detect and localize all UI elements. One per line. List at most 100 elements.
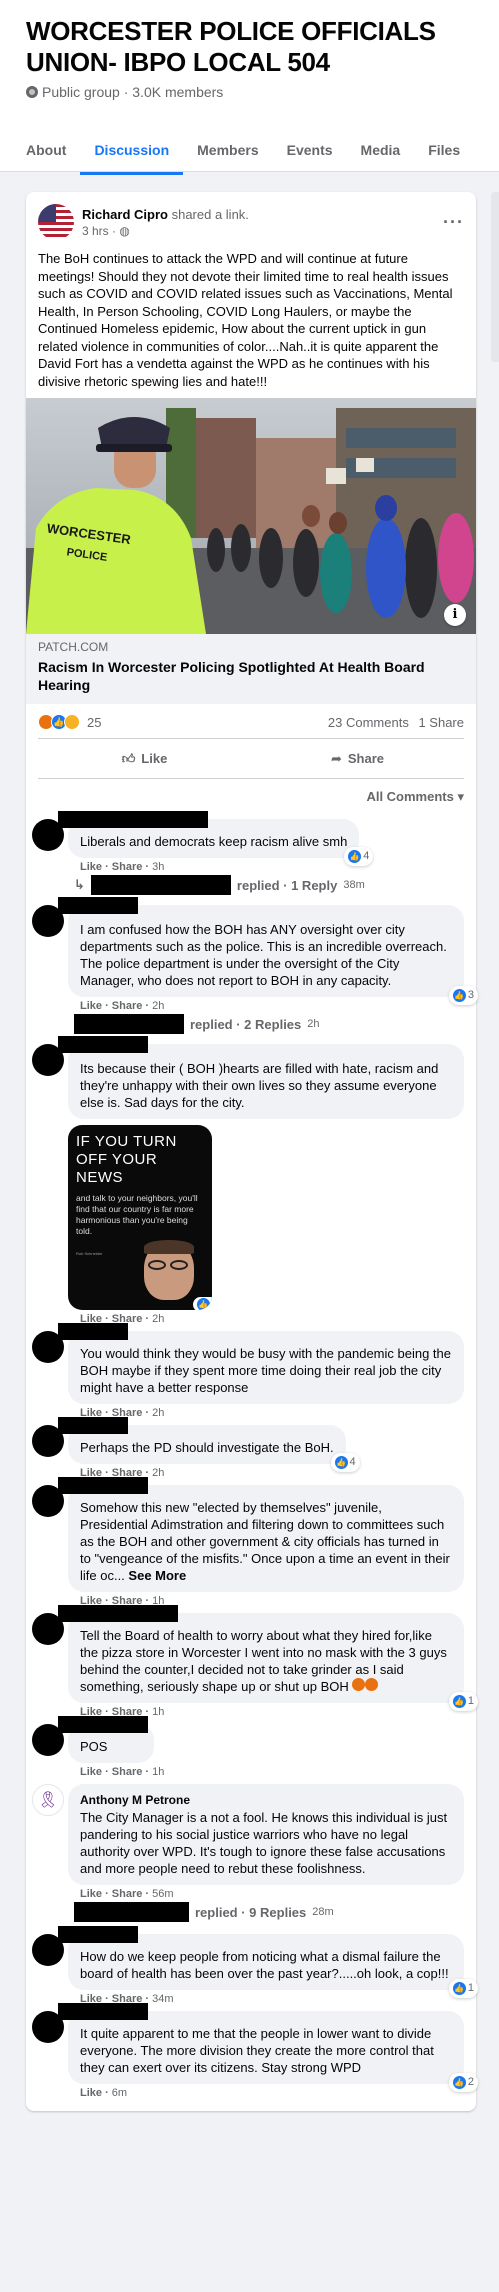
glasses-icon (148, 1260, 190, 1270)
comment-time[interactable]: 34m (152, 1993, 173, 2005)
comment-bubble: You would think they would be busy with … (58, 1323, 464, 1404)
comment-reaction-count[interactable]: 👍 1 (448, 1979, 478, 1998)
tab-files[interactable]: Files (414, 130, 474, 175)
comment-time[interactable]: 2h (152, 1467, 164, 1479)
redacted-name (58, 1926, 138, 1943)
like-button[interactable]: 👍︎ Like (38, 751, 251, 767)
like-reaction-icon: 👍 (348, 850, 362, 863)
like-reaction-icon: 👍 (452, 2076, 466, 2089)
comment-reaction-count[interactable]: 👍 3 (448, 986, 478, 1005)
shares-count[interactable]: 1 Share (418, 715, 464, 730)
comment: POS Like · Share · 1h (26, 1716, 476, 1778)
scroll-edge (491, 192, 499, 362)
comment-text: Liberals and democrats keep racism alive… (80, 834, 348, 849)
comment-time[interactable]: 2h (152, 1313, 164, 1325)
group-tabs: About Discussion Members Events Media Fi… (26, 130, 473, 175)
comment: I am confused how the BOH has ANY oversi… (26, 897, 478, 1040)
comment-text: I am confused how the BOH has ANY oversi… (80, 922, 447, 988)
redacted-name (58, 811, 208, 828)
comment-reaction-count[interactable]: 👍 1 (448, 1692, 478, 1711)
info-icon[interactable]: i (444, 604, 466, 626)
commenter-avatar[interactable]: 🎗 (32, 1784, 64, 1816)
comment-text: Perhaps the PD should investigate the Bo… (80, 1440, 334, 1455)
tab-members[interactable]: Members (183, 130, 272, 175)
comment-time[interactable]: 3h (152, 861, 164, 873)
post-text: The BoH continues to attack the WPD and … (38, 251, 453, 389)
view-replies[interactable]: replied · 9 Replies 28m (68, 1900, 464, 1928)
post-action-text: shared a link. (171, 206, 249, 222)
redacted-name (58, 1323, 128, 1340)
share-button[interactable]: ➦ Share (251, 751, 464, 767)
protest-photo: WORCESTER POLICE (26, 398, 476, 634)
feed: Richard Cipro shared a link. 3 hrs · ◍ ·… (26, 192, 478, 2111)
redacted-name (58, 1477, 148, 1494)
tab-discussion[interactable]: Discussion (80, 130, 184, 175)
thumbs-up-icon: 👍︎ (121, 750, 136, 766)
link-preview-meta[interactable]: PATCH.COM Racism In Worcester Policing S… (26, 634, 476, 704)
comment: 🎗 Anthony M Petrone The City Manager is … (26, 1778, 476, 1928)
comment-bubble: I am confused how the BOH has ANY oversi… (58, 897, 478, 1005)
comment-text: How do we keep people from noticing what… (80, 1949, 449, 1981)
meme-subtext: and talk to your neighbors, you'll find … (76, 1193, 198, 1236)
comment-time[interactable]: 1h (152, 1766, 164, 1778)
link-preview-image[interactable]: WORCESTER POLICE i (26, 398, 476, 634)
redacted-name (58, 1716, 148, 1733)
sad-reaction-icon (64, 714, 80, 730)
more-dots-icon[interactable]: ··· (443, 212, 464, 233)
comment-actions[interactable]: Like · Share · (80, 861, 152, 873)
comment-time[interactable]: 56m (152, 1888, 173, 1900)
comment-text: Tell the Board of health to worry about … (80, 1628, 447, 1694)
comment-actions[interactable]: Like · Share · (80, 1000, 152, 1012)
reaction-icons[interactable]: 👍 (38, 714, 80, 730)
comment-actions[interactable]: Like · Share · (80, 1888, 152, 1900)
comment-bubble: Its because their ( BOH )hearts are fill… (58, 1036, 464, 1119)
post-stats: 👍 25 23 Comments 1 Share (38, 704, 464, 739)
comment-bubble: POS (58, 1716, 154, 1763)
post-time[interactable]: 3 hrs · (82, 224, 119, 238)
author-avatar[interactable] (38, 204, 74, 240)
comment-reaction-count[interactable]: 👍 2 (448, 2073, 478, 2092)
chevron-down-icon: ▾ (457, 789, 464, 804)
comment: Its because their ( BOH )hearts are fill… (26, 1036, 476, 1325)
post: Richard Cipro shared a link. 3 hrs · ◍ ·… (26, 192, 478, 2111)
link-title[interactable]: Racism In Worcester Policing Spotlighted… (38, 658, 464, 694)
comments-count[interactable]: 23 Comments (328, 715, 409, 730)
redacted-name (58, 2003, 148, 2020)
group-meta: Public group · 3.0K members (26, 84, 473, 100)
comment-reaction-count[interactable]: 👍4 (330, 1453, 360, 1472)
commenter-name[interactable]: Anthony M Petrone (80, 1792, 452, 1809)
comment-image-meme[interactable]: IF YOU TURN OFF YOUR NEWS and talk to yo… (68, 1125, 212, 1310)
comment-bubble: Somehow this new "elected by themselves"… (58, 1477, 464, 1592)
comment-time[interactable]: 2h (152, 1407, 164, 1419)
audience-globe-icon: ◍ (119, 223, 130, 238)
comment-reaction-count[interactable]: 👍4 (344, 847, 374, 866)
reaction-count[interactable]: 25 (87, 715, 101, 730)
post-header: Richard Cipro shared a link. 3 hrs · ◍ ·… (26, 192, 476, 240)
tab-about[interactable]: About (12, 130, 80, 175)
comment: Perhaps the PD should investigate the Bo… (26, 1417, 476, 1479)
meme-headline: IF YOU TURN OFF YOUR NEWS (76, 1133, 177, 1186)
post-author[interactable]: Richard Cipro (82, 207, 168, 222)
group-title: WORCESTER POLICE OFFICIALS UNION- IBPO L… (26, 16, 436, 77)
comment-actions[interactable]: Like · Share · (80, 1766, 152, 1778)
see-more-link[interactable]: See More (128, 1568, 186, 1583)
post-actions: 👍︎ Like ➦ Share (38, 739, 464, 779)
comment-text: Its because their ( BOH )hearts are fill… (80, 1061, 439, 1110)
like-reaction-icon: 👍 (452, 989, 466, 1002)
tab-media[interactable]: Media (347, 130, 415, 175)
share-arrow-icon: ➦ (330, 750, 342, 766)
comment-actions[interactable]: Like · (80, 2087, 112, 2099)
group-privacy-members: Public group · 3.0K members (42, 84, 224, 100)
comment-reaction-count[interactable]: 👍4 (192, 1297, 212, 1310)
comment-time[interactable]: 2h (152, 1000, 164, 1012)
comment: How do we keep people from noticing what… (26, 1926, 478, 2005)
comment-filter[interactable]: All Comments ▾ (26, 779, 476, 811)
comment-bubble: Liberals and democrats keep racism alive… (58, 811, 374, 866)
like-reaction-icon: 👍 (334, 1456, 348, 1469)
tab-events[interactable]: Events (273, 130, 347, 175)
comment-bubble: How do we keep people from noticing what… (58, 1926, 478, 1998)
comment-time[interactable]: 6m (112, 2087, 127, 2099)
link-domain: PATCH.COM (38, 640, 109, 654)
comment-time[interactable]: 1h (152, 1706, 164, 1718)
redacted-name (58, 1036, 148, 1053)
